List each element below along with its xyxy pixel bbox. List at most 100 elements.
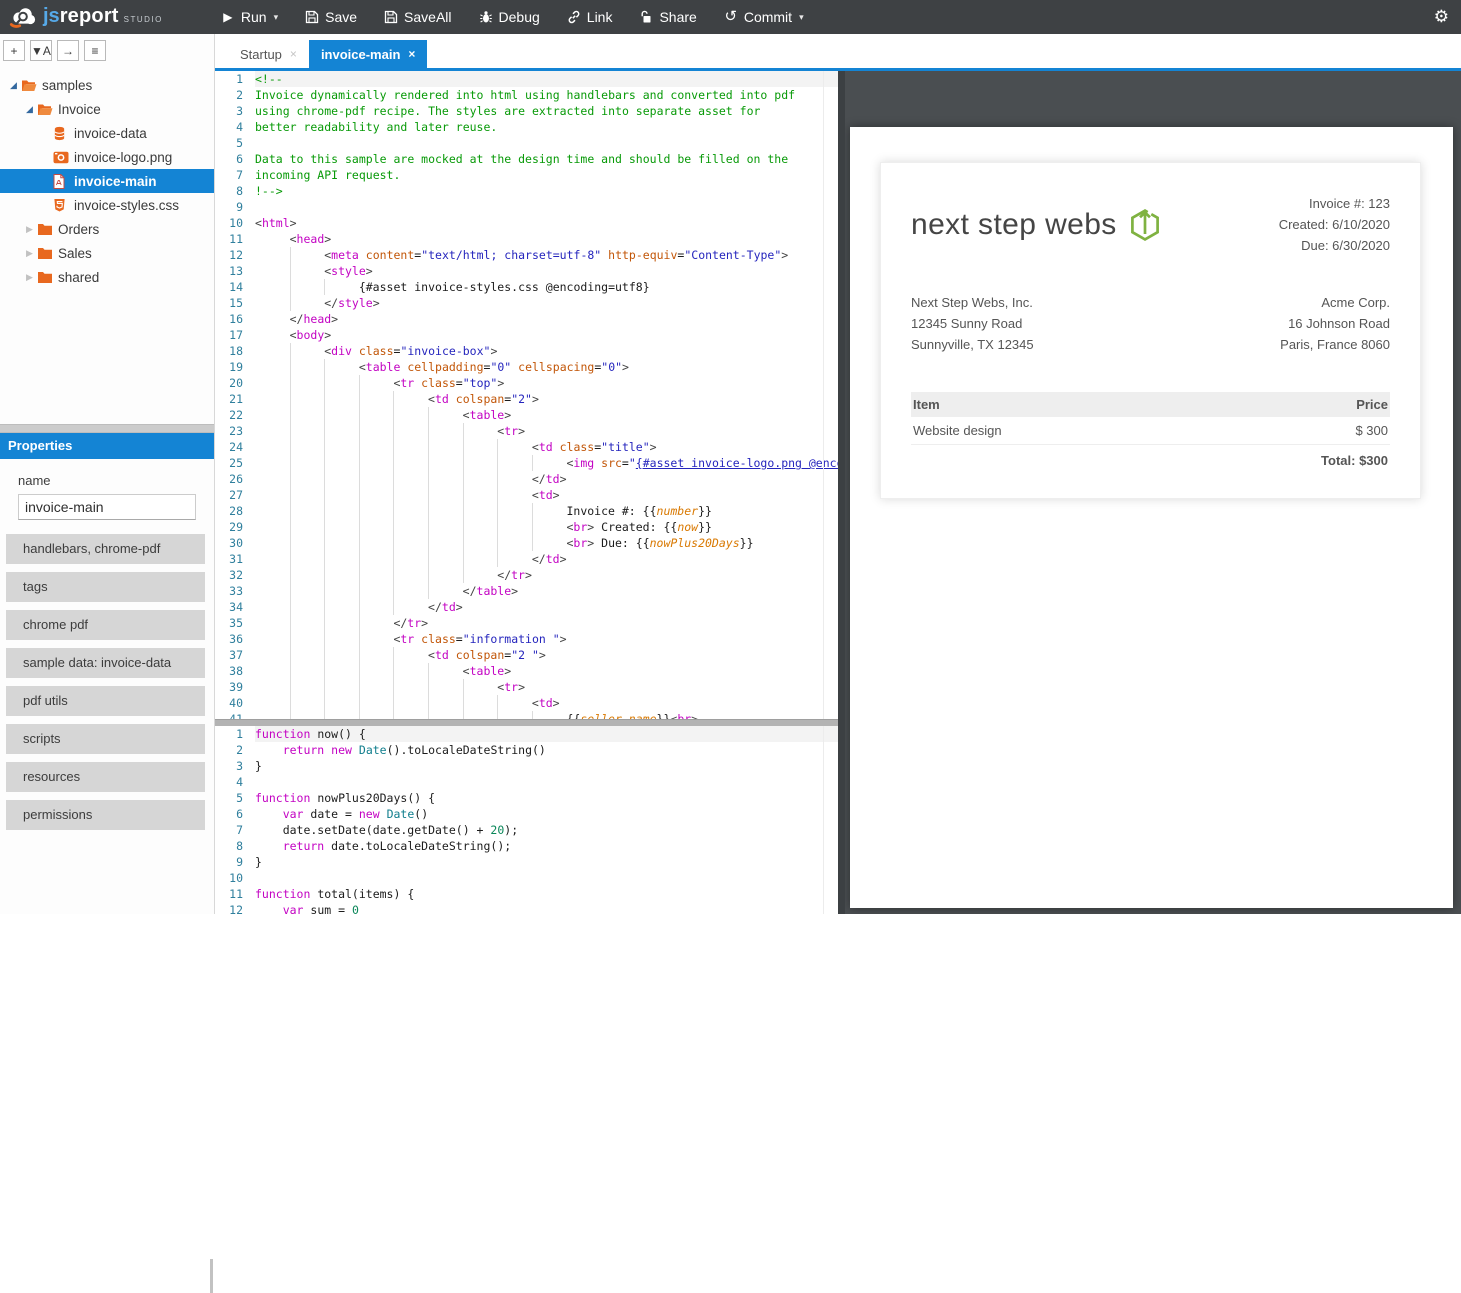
tree-toolbar-menu-button[interactable]: ≡ — [84, 40, 106, 61]
logo-js-text: js — [43, 5, 60, 28]
invoice-meta-line: Due: 6/30/2020 — [1279, 235, 1390, 256]
expand-triangle-icon[interactable]: ▶ — [22, 248, 37, 259]
tree-item-label: invoice-styles.css — [74, 198, 179, 213]
tree-item-Orders[interactable]: ▶Orders — [0, 217, 214, 241]
close-icon[interactable]: × — [290, 47, 297, 61]
collapse-triangle-icon[interactable]: ◢ — [6, 80, 21, 91]
section-chrome-pdf[interactable]: chrome pdf — [6, 610, 205, 640]
link-button[interactable]: Link — [567, 9, 613, 25]
code-line: 27<td> — [215, 487, 838, 503]
css-icon — [53, 198, 72, 212]
bug-icon — [479, 10, 493, 24]
sidebar-splitter[interactable] — [0, 424, 214, 433]
item-cell: Website design — [913, 423, 1002, 438]
sidebar: +▼A→≡ ◢samples◢Invoiceinvoice-datainvoic… — [0, 34, 215, 914]
lock-icon — [639, 10, 653, 24]
code-line: 20<tr class="top"> — [215, 375, 838, 391]
code-line: 31</td> — [215, 551, 838, 567]
code-line: 35</tr> — [215, 615, 838, 631]
close-icon[interactable]: × — [408, 47, 415, 61]
properties-header: Properties — [0, 433, 214, 459]
code-line: 19<table cellpadding="0" cellspacing="0"… — [215, 359, 838, 375]
jsreport-logo[interactable]: jsreport STUDIO — [8, 5, 163, 29]
tree-item-invoice-data[interactable]: invoice-data — [0, 121, 214, 145]
section-resources[interactable]: resources — [6, 762, 205, 792]
preview-splitter[interactable] — [838, 71, 845, 914]
folder-icon — [37, 247, 56, 260]
expand-triangle-icon[interactable]: ▶ — [22, 272, 37, 283]
invoice-table-header: Item Price — [911, 392, 1390, 417]
seller-address-line: Sunnyville, TX 12345 — [911, 334, 1034, 355]
invoice-seller-address: Next Step Webs, Inc.12345 Sunny RoadSunn… — [911, 292, 1034, 355]
code-line: 22<table> — [215, 407, 838, 423]
commit-icon: ↺ — [724, 10, 738, 24]
saveall-button[interactable]: SaveAll — [384, 9, 451, 25]
invoice-meta: Invoice #: 123Created: 6/10/2020Due: 6/3… — [1279, 193, 1390, 256]
code-line: 13<style> — [215, 263, 838, 279]
code-line: 4better readability and later reuse. — [215, 119, 838, 135]
code-line: 38<table> — [215, 663, 838, 679]
code-line: 34</td> — [215, 599, 838, 615]
code-line: 7date.setDate(date.getDate() + 20); — [215, 822, 838, 838]
caret-down-icon: ▾ — [799, 12, 804, 23]
code-line: 25<img src="{#asset invoice-logo.png @en… — [215, 455, 838, 471]
code-line: 5 — [215, 135, 838, 151]
name-input[interactable] — [18, 494, 196, 520]
topbar: jsreport STUDIO ▶ Run ▾ Save SaveAll Debug Lin… — [0, 0, 1461, 34]
helpers-code-editor[interactable]: 1function now() {2return new Date().toLo… — [215, 726, 838, 914]
tree-toolbar-locate-button[interactable]: → — [57, 40, 79, 61]
code-line: 16</head> — [215, 311, 838, 327]
tree-item-label: invoice-data — [74, 126, 147, 141]
section-tags[interactable]: tags — [6, 572, 205, 602]
tree-item-shared[interactable]: ▶shared — [0, 265, 214, 289]
code-line: 10<html> — [215, 215, 838, 231]
collapse-triangle-icon[interactable]: ◢ — [22, 104, 37, 115]
section-scripts[interactable]: scripts — [6, 724, 205, 754]
run-button[interactable]: ▶Run▾ — [221, 9, 278, 25]
tree-item-invoice-main[interactable]: invoice-main — [0, 169, 214, 193]
tree-item-Invoice[interactable]: ◢ Invoice — [0, 97, 214, 121]
code-line: 33</table> — [215, 583, 838, 599]
code-line: 32</tr> — [215, 567, 838, 583]
code-line: 6var date = new Date() — [215, 806, 838, 822]
button-label: Link — [587, 9, 613, 25]
save-button[interactable]: Save — [305, 9, 357, 25]
expand-triangle-icon[interactable]: ▶ — [22, 224, 37, 235]
settings-gear-icon[interactable]: ⚙ — [1434, 0, 1449, 34]
tree-item-Sales[interactable]: ▶Sales — [0, 241, 214, 265]
code-line: 2return new Date().toLocaleDateString() — [215, 742, 838, 758]
green-cube-arrow-icon — [1127, 205, 1163, 245]
section-sample-data-invoice-data[interactable]: sample data: invoice-data — [6, 648, 205, 678]
folderOpen-icon — [37, 103, 56, 116]
tree-item-label: Invoice — [58, 102, 101, 117]
editor-splitter[interactable] — [215, 719, 838, 726]
commit-button[interactable]: ↺ Commit ▾ — [724, 9, 804, 25]
tree-item-invoice-logo.png[interactable]: invoice-logo.png — [0, 145, 214, 169]
button-label: Commit — [744, 9, 792, 25]
button-label: Run — [241, 9, 267, 25]
seller-address-line: 12345 Sunny Road — [911, 313, 1034, 334]
tree-toolbar-add-button[interactable]: + — [3, 40, 25, 61]
section-handlebars-chrome-pdf[interactable]: handlebars, chrome-pdf — [6, 534, 205, 564]
play-icon: ▶ — [221, 10, 235, 24]
section-pdf-utils[interactable]: pdf utils — [6, 686, 205, 716]
debug-button[interactable]: Debug — [479, 9, 540, 25]
code-line: 18<div class="invoice-box"> — [215, 343, 838, 359]
button-label: Debug — [499, 9, 540, 25]
button-label: Save — [325, 9, 357, 25]
template-code-editor[interactable]: 1<!--2Invoice dynamically rendered into … — [215, 71, 838, 719]
tree-item-invoice-styles.css[interactable]: invoice-styles.css — [0, 193, 214, 217]
tab-invoice-main[interactable]: invoice-main× — [309, 40, 427, 68]
tree-toolbar-filter-button[interactable]: ▼A — [30, 40, 52, 61]
section-permissions[interactable]: permissions — [6, 800, 205, 830]
preview-pane: next step webs Invoice #: 123Created: 6/… — [845, 71, 1461, 914]
sidebar-scrollbar[interactable] — [210, 1259, 213, 1293]
share-button[interactable]: Share — [639, 9, 696, 25]
tree-item-samples[interactable]: ◢samples — [0, 73, 214, 97]
tree-item-label: invoice-main — [74, 174, 157, 189]
logo-studio-text: STUDIO — [124, 15, 163, 24]
code-line: 10 — [215, 870, 838, 886]
tree-item-label: invoice-logo.png — [74, 150, 172, 165]
tab-Startup[interactable]: Startup× — [228, 40, 309, 68]
data-icon — [53, 126, 72, 141]
